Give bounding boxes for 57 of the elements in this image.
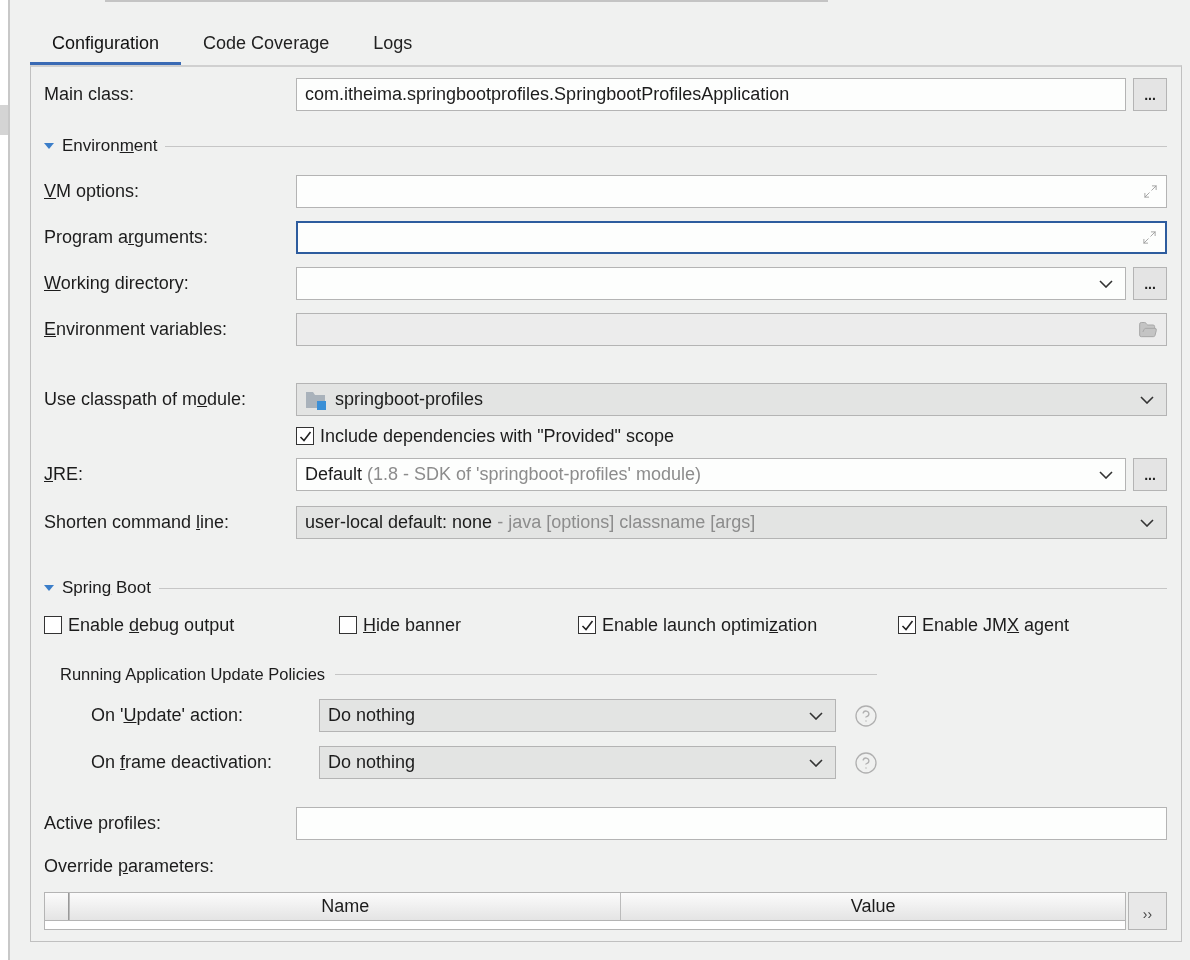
expanded-triangle-icon[interactable] <box>44 585 54 591</box>
tab[interactable]: Code Coverage <box>181 25 352 65</box>
option-checkbox[interactable]: Enable JMX agent <box>898 614 1167 636</box>
option-checkbox[interactable]: Enable launch optimization <box>578 614 898 636</box>
field-label: On frame deactivation: <box>91 752 274 773</box>
chevron-down-icon <box>809 711 823 720</box>
tab[interactable]: Logs <box>351 25 435 65</box>
checkbox[interactable] <box>339 616 357 634</box>
main-class-field[interactable]: com.itheima.springbootprofiles.SpringbootProfilesApplication <box>296 78 1126 111</box>
chevron-down-icon <box>1099 470 1113 479</box>
more-button[interactable]: ›› <box>1128 892 1167 930</box>
field-label: Environment variables: <box>44 319 229 340</box>
checkbox[interactable] <box>44 616 62 634</box>
tab[interactable]: Configuration <box>30 25 182 65</box>
expand-icon[interactable] <box>1142 230 1157 245</box>
field-label: Shorten command line: <box>44 512 231 533</box>
text-field[interactable] <box>296 221 1167 254</box>
active-profiles-field[interactable] <box>296 807 1167 840</box>
field-label: Main class: <box>44 84 136 105</box>
column-header[interactable]: Value <box>620 893 1125 920</box>
help-icon[interactable] <box>854 750 878 775</box>
shorten-combo[interactable]: user-local default: none - java [options] classname [args] <box>296 506 1167 539</box>
field-label: Active profiles: <box>44 813 163 834</box>
chevron-down-icon <box>1140 518 1154 527</box>
column-header[interactable]: Name <box>69 893 621 920</box>
expanded-triangle-icon[interactable] <box>44 143 54 149</box>
browse-button[interactable]: ... <box>1133 78 1167 111</box>
field-label: Use classpath of module: <box>44 389 248 410</box>
field-label: Program arguments: <box>44 227 210 248</box>
module-combo[interactable]: springboot-profiles <box>296 383 1167 416</box>
folder-icon[interactable] <box>1138 319 1158 340</box>
text-field[interactable] <box>296 175 1167 208</box>
field-label: JRE: <box>44 464 84 485</box>
section-title[interactable]: Spring Boot <box>62 578 151 598</box>
policy-combo[interactable]: Do nothing <box>319 699 836 732</box>
field-label: On 'Update' action: <box>91 705 244 726</box>
option-checkbox[interactable]: Enable debug output <box>44 614 339 636</box>
group-title: Running Application Update Policies <box>60 664 326 684</box>
expand-icon[interactable] <box>1143 184 1158 199</box>
option-checkbox[interactable]: Hide banner <box>339 614 578 636</box>
chevron-down-icon <box>1099 279 1113 288</box>
field-label: Override parameters: <box>44 855 216 877</box>
field-label: Working directory: <box>44 273 190 294</box>
checkbox[interactable] <box>296 427 314 445</box>
field-label: VM options: <box>44 181 141 202</box>
chevron-down-icon <box>809 758 823 767</box>
browse-button[interactable]: ... <box>1133 458 1167 491</box>
checkbox[interactable] <box>898 616 916 634</box>
combo-field[interactable] <box>296 267 1126 300</box>
checkbox[interactable] <box>578 616 596 634</box>
browse-button[interactable]: ... <box>1133 267 1167 300</box>
include-dependencies-checkbox[interactable]: Include dependencies with "Provided" scope <box>296 425 1167 447</box>
chevron-down-icon <box>1140 395 1154 404</box>
section-title[interactable]: Environment <box>62 136 158 156</box>
help-icon[interactable] <box>854 703 878 728</box>
policy-combo[interactable]: Do nothing <box>319 746 836 779</box>
jre-combo[interactable]: Default (1.8 - SDK of 'springboot-profiles' module) <box>296 458 1126 491</box>
